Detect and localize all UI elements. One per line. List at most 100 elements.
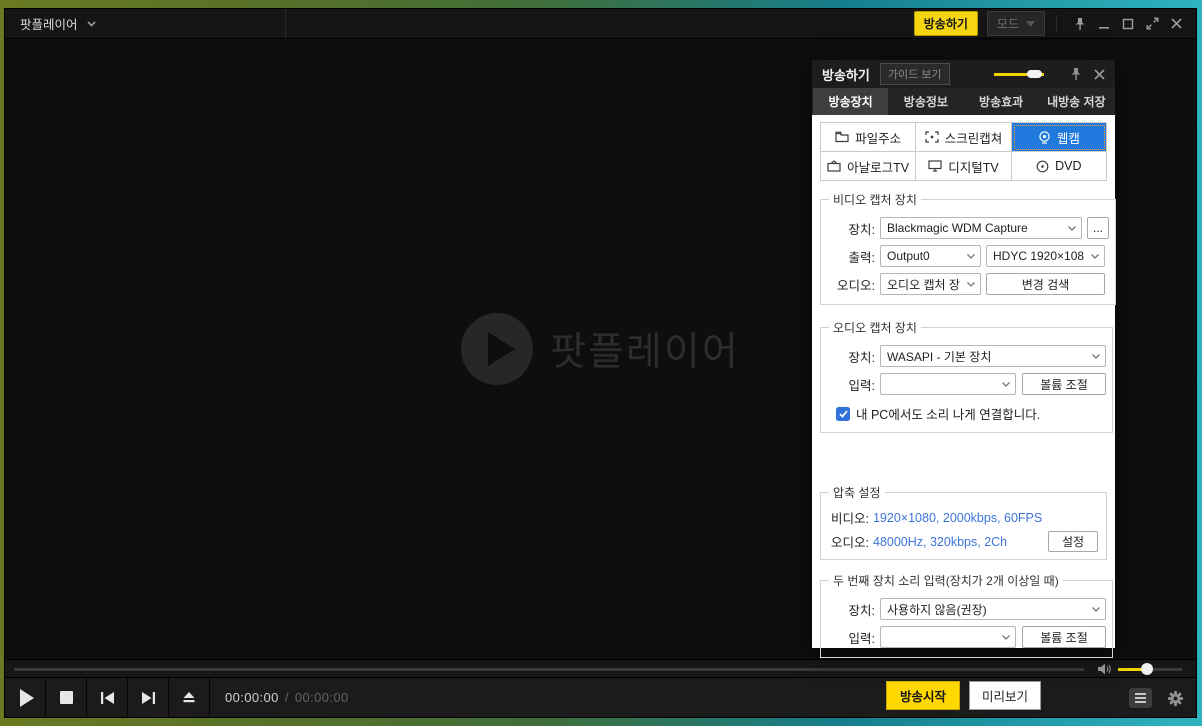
analog-tv-icon: [827, 160, 841, 172]
source-analog-tv[interactable]: 아날로그TV: [821, 152, 917, 181]
tab-my-broadcast-save[interactable]: 내방송 저장: [1039, 88, 1114, 115]
close-icon[interactable]: [1164, 13, 1188, 35]
mode-button[interactable]: 모드: [986, 11, 1045, 36]
folder-icon: [835, 131, 849, 143]
device-label: 장치:: [848, 350, 875, 365]
video-device-value: Blackmagic WDM Capture: [887, 221, 1028, 235]
next-icon: [141, 691, 155, 704]
source-label: DVD: [1055, 159, 1082, 173]
source-webcam[interactable]: 웹캠: [1011, 123, 1107, 152]
tab-broadcast-effect[interactable]: 방송효과: [964, 88, 1039, 115]
dialog-footer: 방송시작 미리보기: [820, 681, 1107, 710]
chevron-down-icon: [1092, 607, 1100, 612]
input-label: 입력:: [848, 631, 875, 646]
seek-bar[interactable]: [14, 668, 1084, 671]
second-device-group: 두 번째 장치 소리 입력(장치가 2개 이상일 때) 장치: 사용하지 않음(…: [820, 572, 1113, 658]
check-icon: [838, 409, 848, 418]
source-file-url[interactable]: 파일주소: [821, 123, 917, 152]
chevron-down-icon: [1092, 354, 1100, 359]
source-digital-tv[interactable]: 디지털TV: [916, 152, 1012, 181]
previous-button[interactable]: [87, 678, 128, 717]
opacity-slider[interactable]: [994, 70, 1044, 78]
compression-video-label: 비디오:: [831, 512, 869, 526]
source-screen-capture[interactable]: 스크린캡쳐: [916, 123, 1012, 152]
previous-icon: [100, 691, 114, 704]
output-value: Output0: [887, 249, 930, 263]
webcam-icon: [1039, 130, 1050, 144]
play-button[interactable]: [5, 678, 46, 717]
source-dvd[interactable]: DVD: [1011, 152, 1107, 181]
chevron-down-icon: [1002, 635, 1010, 640]
speaker-icon[interactable]: [1098, 663, 1112, 675]
preview-button[interactable]: 미리보기: [969, 681, 1042, 710]
chevron-down-icon: [86, 20, 96, 27]
eject-button[interactable]: [169, 678, 210, 717]
output-select[interactable]: Output0: [880, 245, 981, 267]
compression-group: 압축 설정 비디오: 1920×1080, 2000kbps, 60FPS 오디…: [820, 484, 1107, 560]
capture-audio-select[interactable]: 오디오 캡처 장: [880, 273, 981, 295]
minimize-icon[interactable]: [1092, 13, 1116, 35]
compression-audio-value: 48000Hz, 320kbps, 2Ch: [873, 534, 1008, 549]
loopback-label[interactable]: 내 PC에서도 소리 나게 연결합니다.: [856, 404, 1040, 423]
audio-device-select[interactable]: WASAPI - 기본 장치: [880, 345, 1106, 367]
playlist-icon[interactable]: [1129, 688, 1152, 708]
volume-adjust-button[interactable]: 볼륨 조절: [1022, 373, 1106, 395]
dialog-tabs: 방송장치 방송정보 방송효과 내방송 저장: [812, 88, 1115, 115]
chevron-down-icon: [967, 254, 975, 259]
digital-tv-icon: [928, 160, 942, 172]
source-grid: 파일주소 스크린캡쳐 웹캠 아날로그TV 디지털TV DVD: [820, 122, 1107, 181]
broadcast-dialog: 방송하기 가이드 보기 방송장치 방송정보 방송효과 내방송 저장 파일주소 스…: [812, 60, 1116, 710]
video-device-select[interactable]: Blackmagic WDM Capture: [880, 217, 1082, 239]
watermark-label: 팟플레이어: [550, 331, 740, 374]
source-label: 웹캠: [1056, 131, 1080, 146]
loopback-checkbox[interactable]: [836, 406, 850, 421]
second-device-value: 사용하지 않음(권장): [887, 602, 987, 617]
broadcast-button[interactable]: 방송하기: [913, 11, 978, 36]
close-icon[interactable]: [1094, 68, 1105, 80]
next-button[interactable]: [128, 678, 169, 717]
dialog-body: 파일주소 스크린캡쳐 웹캠 아날로그TV 디지털TV DVD 비디오 캡처 장치…: [812, 115, 1116, 710]
capture-audio-value: 오디오 캡처 장: [887, 277, 960, 292]
browse-button[interactable]: ...: [1087, 217, 1109, 239]
audio-device-value: WASAPI - 기본 장치: [887, 349, 992, 364]
tab-broadcast-info[interactable]: 방송정보: [888, 88, 963, 115]
volume-knob[interactable]: [1141, 663, 1153, 675]
time-total: 00:00:00: [294, 690, 349, 705]
chevron-down-icon: [1026, 20, 1035, 27]
second-device-legend: 두 번째 장치 소리 입력(장치가 2개 이상일 때): [833, 574, 1059, 588]
time-current: 00:00:00: [225, 690, 279, 705]
second-volume-adjust-button[interactable]: 볼륨 조절: [1022, 626, 1106, 648]
chevron-down-icon: [1002, 382, 1010, 387]
second-device-select[interactable]: 사용하지 않음(권장): [880, 598, 1106, 620]
gear-icon[interactable]: [1167, 690, 1184, 707]
start-broadcast-button[interactable]: 방송시작: [885, 681, 960, 710]
rescan-button[interactable]: 변경 검색: [986, 273, 1105, 295]
stop-button[interactable]: [46, 678, 87, 717]
tab-broadcast-device[interactable]: 방송장치: [813, 88, 889, 115]
dvd-icon: [1036, 160, 1049, 172]
opacity-knob[interactable]: [1027, 70, 1042, 78]
app-title: 팟플레이어: [20, 18, 78, 32]
mode-button-label: 모드: [996, 17, 1019, 31]
device-label: 장치:: [848, 222, 875, 237]
pin-icon[interactable]: [1068, 13, 1092, 35]
video-capture-group: 비디오 캡처 장치 장치: Blackmagic WDM Capture ...…: [820, 191, 1116, 305]
chevron-down-icon: [1068, 226, 1076, 231]
second-input-select[interactable]: [880, 626, 1016, 648]
compression-audio-label: 오디오:: [831, 536, 869, 550]
volume-slider[interactable]: [1118, 663, 1182, 675]
screen: 팟플레이어 방송하기 모드 팟플레이어 00:00:00 / 00:00:00 …: [0, 0, 1202, 726]
format-select[interactable]: HDYC 1920×108: [986, 245, 1105, 267]
audio-input-select[interactable]: [880, 373, 1016, 395]
source-label: 스크린캡쳐: [944, 131, 1003, 146]
app-menu[interactable]: 팟플레이어: [5, 9, 286, 38]
stop-icon: [59, 691, 73, 704]
pin-icon[interactable]: [1069, 67, 1083, 81]
fullscreen-icon[interactable]: [1140, 13, 1164, 35]
guide-button[interactable]: 가이드 보기: [879, 63, 950, 85]
source-label: 파일주소: [855, 131, 902, 146]
video-capture-legend: 비디오 캡처 장치: [833, 193, 917, 207]
compression-settings-button[interactable]: 설정: [1048, 531, 1098, 552]
titlebar: 팟플레이어 방송하기 모드: [5, 9, 1196, 39]
maximize-icon[interactable]: [1116, 13, 1140, 35]
